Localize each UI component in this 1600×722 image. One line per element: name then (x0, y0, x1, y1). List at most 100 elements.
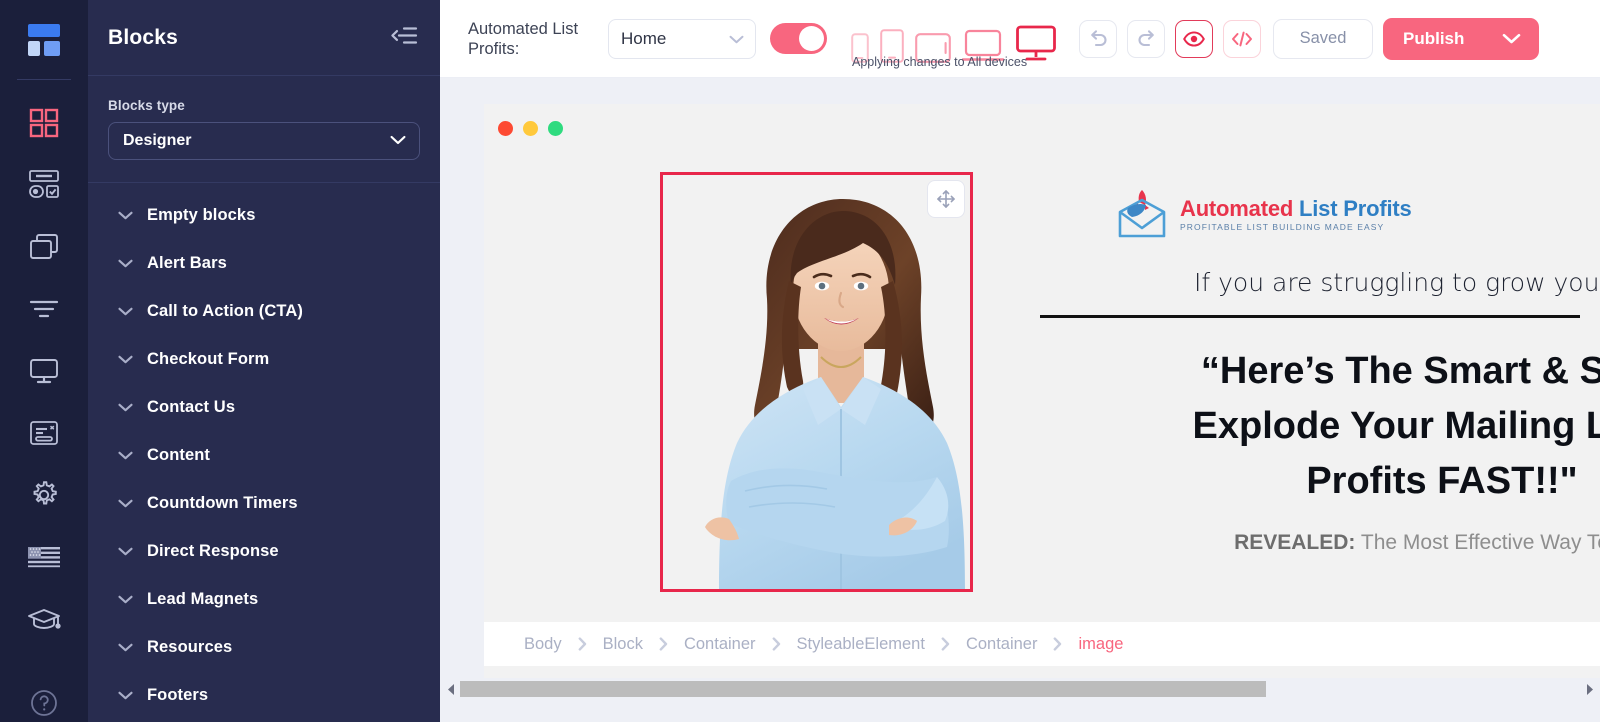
chevron-right-icon (1053, 637, 1062, 651)
panel-separator (88, 182, 440, 183)
block-category[interactable]: Lead Magnets (88, 575, 440, 623)
sidebar-item-filters[interactable] (0, 278, 88, 340)
blocks-panel-header: Blocks (88, 0, 440, 76)
revealed-text: REVEALED: The Most Effective Way To Gro (1034, 531, 1600, 555)
history-buttons (1079, 19, 1261, 58)
chevron-right-icon (578, 637, 587, 651)
block-category[interactable]: Checkout Form (88, 335, 440, 383)
icon-rail (0, 0, 88, 722)
sub-headline: If you are struggling to grow you (1194, 268, 1600, 297)
preview-button[interactable] (1175, 19, 1213, 58)
blocks-panel-body: Blocks type Designer (88, 76, 440, 160)
devices-note: Applying changes to All devices (852, 54, 1028, 69)
block-category-label: Empty blocks (147, 205, 256, 224)
chevron-right-icon (659, 637, 668, 651)
window-close-dot[interactable] (498, 120, 513, 136)
code-button[interactable] (1223, 19, 1261, 58)
redo-button[interactable] (1127, 19, 1165, 58)
selected-image-element[interactable] (660, 172, 973, 592)
breadcrumb-item-image[interactable]: image (1078, 635, 1123, 654)
saved-button[interactable]: Saved (1273, 18, 1373, 59)
chevron-down-icon[interactable] (1502, 29, 1521, 49)
revealed-body: The Most Effective Way To Gro (1360, 531, 1600, 554)
sidebar-item-blocks[interactable] (0, 92, 88, 154)
block-category-label: Direct Response (147, 541, 279, 560)
sidebar-item-language[interactable] (0, 526, 88, 588)
rail-divider (17, 79, 71, 80)
block-category[interactable]: Countdown Timers (88, 479, 440, 527)
blocks-type-select[interactable]: Designer (108, 122, 420, 160)
sidebar-item-popups[interactable] (0, 402, 88, 464)
scrollbar-thumb[interactable] (460, 681, 1267, 697)
chevron-down-icon (118, 403, 133, 412)
page-select[interactable]: Home (608, 18, 756, 59)
sidebar-item-settings[interactable] (0, 464, 88, 526)
breadcrumb-item-block[interactable]: Block (603, 635, 643, 654)
brand-text: Automated List Profits PROFITABLE LIST B… (1180, 196, 1412, 232)
publish-button[interactable]: Publish (1383, 17, 1540, 60)
block-category-label: Lead Magnets (147, 589, 259, 608)
block-category-label: Contact Us (147, 397, 236, 416)
block-category-list: Empty blocks Alert Bars Call to Action (… (88, 191, 440, 719)
popup-icon (28, 420, 60, 446)
help-button[interactable] (0, 680, 88, 722)
forms-icon (28, 170, 60, 200)
device-switcher: Applying changes to All devices (851, 15, 1057, 69)
breadcrumb-item-styleable-element[interactable]: StyleableElement (797, 635, 925, 654)
collapse-left-icon[interactable] (390, 24, 418, 51)
display-icon (28, 357, 60, 385)
sidebar-item-pages[interactable] (0, 216, 88, 278)
breadcrumb-item-container-1[interactable]: Container (684, 635, 756, 654)
scroll-left-arrow[interactable] (442, 678, 460, 700)
chevron-down-icon (118, 643, 133, 652)
block-category[interactable]: Resources (88, 623, 440, 671)
help-circle-icon (29, 688, 59, 722)
scrollbar-track[interactable] (460, 681, 1580, 697)
headline-line-1: “Here’s The Smart & Simpl (1200, 350, 1600, 392)
chevron-down-icon (390, 132, 406, 150)
block-category[interactable]: Call to Action (CTA) (88, 287, 440, 335)
settings-gear-icon (29, 480, 59, 510)
block-category[interactable]: Empty blocks (88, 191, 440, 239)
chevron-down-icon (118, 259, 133, 268)
block-category[interactable]: Footers (88, 671, 440, 719)
horizontal-rule (1040, 315, 1580, 318)
sidebar-item-training[interactable] (0, 588, 88, 650)
block-category[interactable]: Content (88, 431, 440, 479)
brand-name-part1: Automated (1180, 196, 1300, 221)
chevron-down-icon (118, 355, 133, 364)
chevron-down-icon (118, 547, 133, 556)
publish-label: Publish (1403, 28, 1465, 48)
site-name-label: Automated List Profits: (468, 19, 579, 58)
brand-name-part2: List Profits (1299, 196, 1412, 221)
horizontal-scrollbar[interactable] (440, 678, 1600, 700)
breadcrumb-item-container-2[interactable]: Container (966, 635, 1038, 654)
chevron-right-icon (772, 637, 781, 651)
chevron-right-icon (941, 637, 950, 651)
block-category[interactable]: Contact Us (88, 383, 440, 431)
move-handle-icon[interactable] (927, 180, 965, 218)
block-category[interactable]: Direct Response (88, 527, 440, 575)
blocks-type-value: Designer (123, 132, 192, 149)
blocks-icon (28, 107, 60, 139)
block-category-label: Resources (147, 637, 233, 656)
woman-portrait-image[interactable] (675, 181, 973, 591)
brand-logo: Automated List Profits PROFITABLE LIST B… (1112, 186, 1600, 242)
block-category-label: Content (147, 445, 211, 464)
browser-window-dots (484, 104, 1600, 152)
undo-button[interactable] (1079, 19, 1117, 58)
breadcrumb-item-body[interactable]: Body (524, 635, 562, 654)
layout-grid-logo[interactable] (21, 17, 67, 63)
page-title: Blocks (108, 25, 179, 49)
brand-name: Automated List Profits (1180, 196, 1412, 222)
block-category[interactable]: Alert Bars (88, 239, 440, 287)
scroll-right-arrow[interactable] (1580, 678, 1598, 700)
pages-icon (29, 233, 59, 261)
main-headline: “Here’s The Smart & Simpl Explode Your M… (1034, 344, 1600, 509)
chevron-down-icon (118, 499, 133, 508)
window-minimize-dot[interactable] (523, 120, 538, 136)
window-maximize-dot[interactable] (548, 120, 563, 136)
sidebar-item-display[interactable] (0, 340, 88, 402)
sidebar-item-forms[interactable] (0, 154, 88, 216)
preview-toggle[interactable] (770, 23, 827, 54)
